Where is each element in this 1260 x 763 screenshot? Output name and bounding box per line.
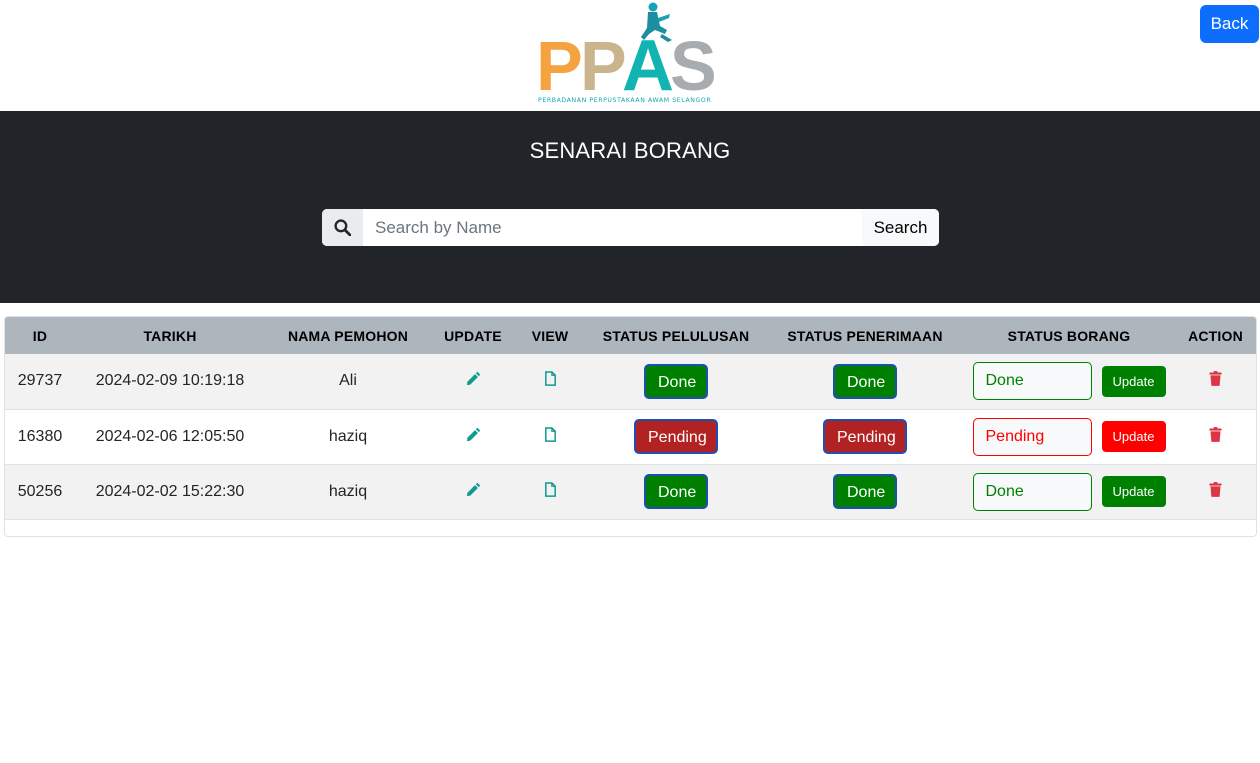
- cell-update: [431, 354, 515, 409]
- update-status-button[interactable]: Update: [1101, 365, 1166, 397]
- header-tarikh: TARIKH: [143, 327, 197, 344]
- cell-tarikh: 2024-02-06 12:05:50: [95, 427, 245, 445]
- search-input[interactable]: [363, 209, 862, 246]
- cell-nama: Ali: [339, 372, 357, 390]
- top-header: P P A S PERBADANAN PERPUSTAKAAN AWAM SEL…: [0, 0, 1260, 111]
- header-view: VIEW: [531, 327, 569, 344]
- status-borang-select[interactable]: Done: [972, 362, 1092, 401]
- cell-action: [1175, 464, 1256, 519]
- cell-id: 29737: [17, 372, 63, 390]
- cell-status-borang: Done Update: [963, 354, 1175, 409]
- logo-letter-a: A: [622, 26, 674, 106]
- cell-action: [1175, 354, 1256, 409]
- cell-status-pelulusan: Done: [585, 464, 767, 519]
- pencil-icon[interactable]: [466, 482, 481, 502]
- header-status-borang: STATUS BORANG: [1007, 327, 1131, 344]
- cell-status-pelulusan: Pending: [585, 409, 767, 464]
- cell-id: 16380: [17, 427, 63, 445]
- cell-nama: haziq: [328, 482, 368, 500]
- cell-status-penerimaan: Done: [767, 354, 963, 409]
- cell-view: [515, 409, 585, 464]
- logo-subtitle: PERBADANAN PERPUSTAKAAN AWAM SELANGOR: [538, 97, 711, 104]
- status-borang-select[interactable]: Pending: [972, 417, 1092, 456]
- pencil-icon[interactable]: [466, 427, 481, 447]
- header-update: UPDATE: [444, 327, 502, 344]
- status-penerimaan-button[interactable]: Done: [833, 474, 897, 509]
- borang-table-container: ID TARIKH NAMA PEMOHON UPDATE VIEW STATU…: [4, 316, 1257, 537]
- status-penerimaan-button[interactable]: Pending: [823, 419, 907, 454]
- search-group: Search: [322, 209, 939, 246]
- status-pelulusan-button[interactable]: Done: [644, 363, 708, 399]
- update-status-button[interactable]: Update: [1101, 421, 1166, 452]
- status-penerimaan-button[interactable]: Done: [833, 363, 897, 399]
- header-id: ID: [32, 327, 48, 344]
- cell-nama: haziq: [328, 427, 368, 445]
- table-row: 50256 2024-02-02 15:22:30 haziq Done Don…: [5, 464, 1256, 519]
- status-borang-select[interactable]: Done: [972, 472, 1092, 511]
- header-status-penerimaan: STATUS PENERIMAAN: [787, 327, 943, 344]
- logo-letter-s: S: [670, 27, 717, 105]
- cell-update: [431, 464, 515, 519]
- cell-id: 50256: [17, 482, 63, 500]
- cell-status-penerimaan: Pending: [767, 409, 963, 464]
- table-header-row: ID TARIKH NAMA PEMOHON UPDATE VIEW STATU…: [5, 317, 1256, 354]
- file-icon[interactable]: [544, 481, 557, 502]
- header-status-pelulusan: STATUS PELULUSAN: [602, 327, 750, 344]
- cell-tarikh: 2024-02-02 15:22:30: [95, 482, 245, 500]
- table-row: 29737 2024-02-09 10:19:18 Ali Done Done …: [5, 354, 1256, 409]
- cell-status-pelulusan: Done: [585, 354, 767, 409]
- search-icon: [322, 209, 363, 246]
- cell-status-borang: Pending Update: [963, 409, 1175, 464]
- table-row: 16380 2024-02-06 12:05:50 haziq Pending: [5, 409, 1256, 464]
- trash-icon[interactable]: [1209, 481, 1222, 502]
- status-pelulusan-button[interactable]: Pending: [634, 419, 718, 454]
- search-button[interactable]: Search: [862, 209, 939, 246]
- logo-letter-p2: P: [580, 27, 627, 105]
- status-pelulusan-button[interactable]: Done: [644, 474, 708, 509]
- cell-view: [515, 354, 585, 409]
- title-band: SENARAI BORANG Search: [0, 111, 1260, 303]
- file-icon[interactable]: [544, 371, 557, 391]
- update-status-button[interactable]: Update: [1101, 476, 1166, 507]
- back-button[interactable]: Back: [1200, 5, 1259, 43]
- page-title: SENARAI BORANG: [529, 138, 731, 163]
- logo-letter-p1: P: [536, 27, 583, 105]
- header-action: ACTION: [1188, 327, 1243, 344]
- file-icon[interactable]: [544, 426, 557, 447]
- cell-view: [515, 464, 585, 519]
- cell-status-borang: Done Update: [963, 464, 1175, 519]
- borang-table: ID TARIKH NAMA PEMOHON UPDATE VIEW STATU…: [5, 317, 1256, 520]
- cell-action: [1175, 409, 1256, 464]
- ppas-logo: P P A S PERBADANAN PERPUSTAKAAN AWAM SEL…: [536, 2, 717, 106]
- cell-tarikh: 2024-02-09 10:19:18: [95, 372, 245, 390]
- trash-icon[interactable]: [1209, 426, 1222, 447]
- header-nama-pemohon: NAMA PEMOHON: [287, 327, 409, 344]
- trash-icon[interactable]: [1209, 371, 1222, 391]
- cell-update: [431, 409, 515, 464]
- pencil-icon[interactable]: [466, 371, 481, 391]
- cell-status-penerimaan: Done: [767, 464, 963, 519]
